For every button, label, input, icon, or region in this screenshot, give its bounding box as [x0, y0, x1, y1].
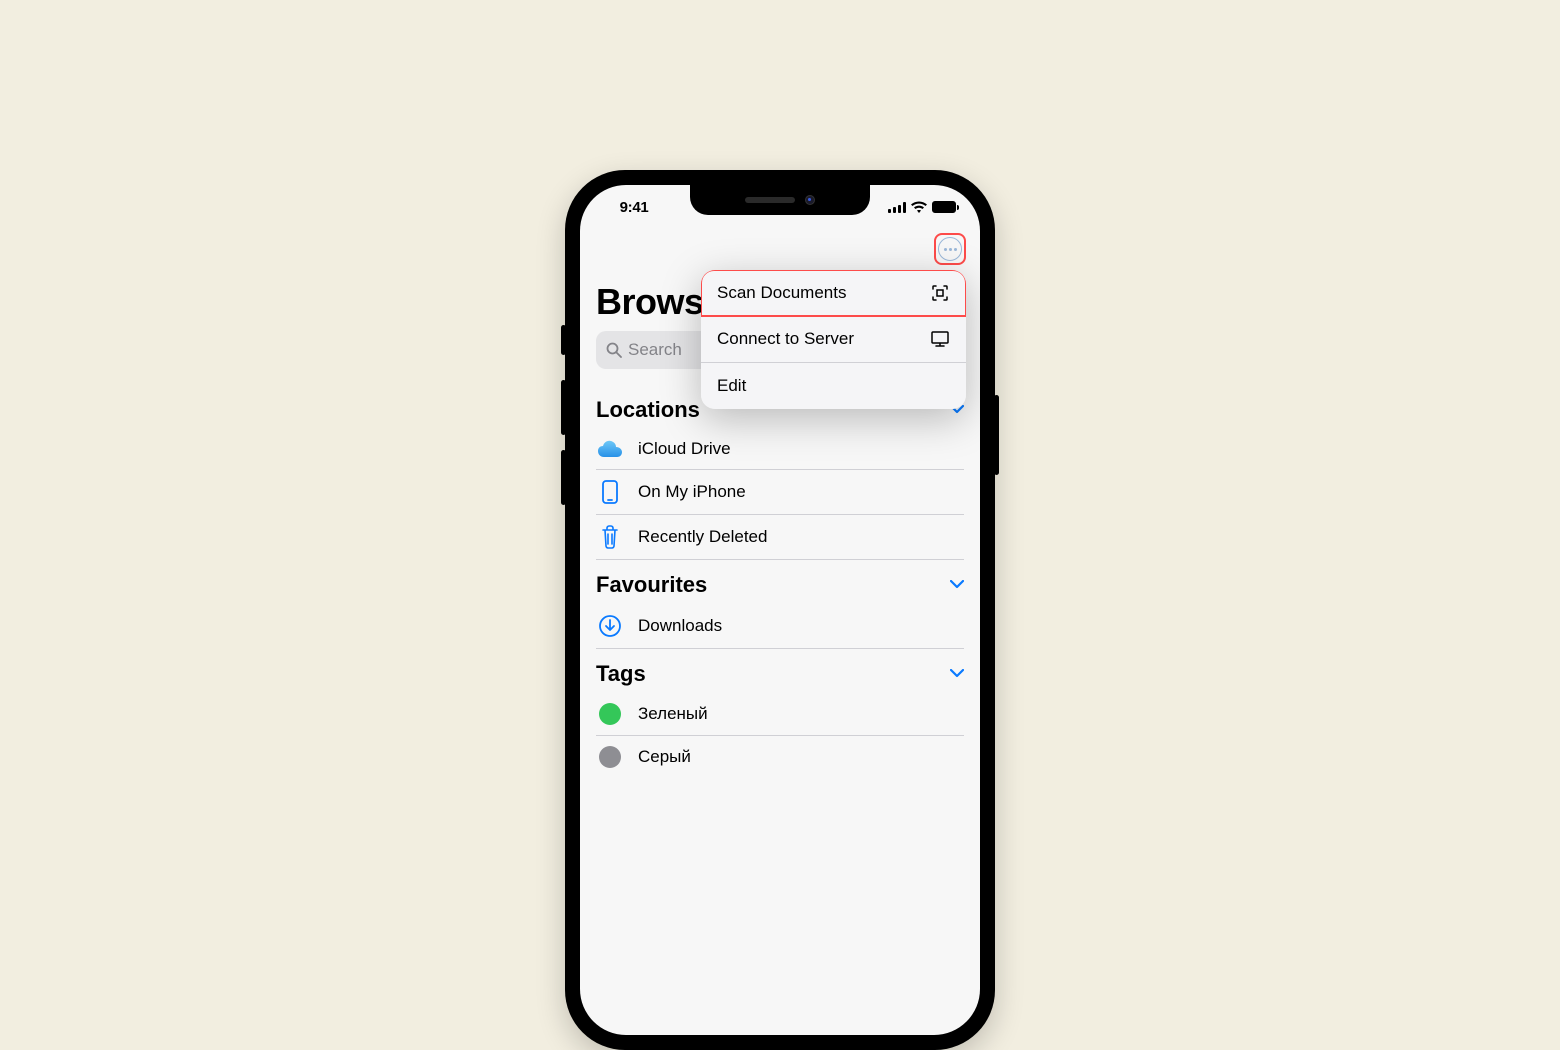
menu-item-label: Connect to Server: [717, 329, 854, 349]
wifi-icon: [911, 201, 927, 213]
monitor-icon: [930, 330, 950, 348]
menu-item-connect-to-server[interactable]: Connect to Server: [701, 316, 966, 363]
favourite-item-downloads[interactable]: Downloads: [596, 604, 964, 649]
list-item-label: On My iPhone: [638, 482, 746, 502]
mute-switch: [561, 325, 566, 355]
chevron-down-icon: [950, 576, 964, 594]
tag-item-grey[interactable]: Серый: [596, 736, 964, 778]
list-item-label: Recently Deleted: [638, 527, 767, 547]
menu-item-edit[interactable]: Edit: [701, 363, 966, 409]
list-item-label: iCloud Drive: [638, 439, 731, 459]
battery-icon: [932, 201, 956, 213]
front-camera: [805, 195, 815, 205]
search-placeholder: Search: [628, 340, 682, 360]
menu-item-label: Edit: [717, 376, 746, 396]
ellipsis-circle-icon: [938, 237, 962, 261]
scan-icon: [930, 284, 950, 302]
cloud-icon: [596, 440, 624, 458]
notch: [690, 185, 870, 215]
search-icon: [606, 342, 622, 358]
locations-title: Locations: [596, 397, 700, 423]
tag-color-dot: [599, 703, 621, 725]
favourites-title: Favourites: [596, 572, 707, 598]
favourites-header[interactable]: Favourites: [596, 560, 964, 604]
tag-color-dot: [599, 746, 621, 768]
chevron-down-icon: [950, 665, 964, 683]
trash-icon: [596, 525, 624, 549]
location-item-recently-deleted[interactable]: Recently Deleted: [596, 515, 964, 560]
phone-frame: 9:41 Browse Search: [565, 170, 995, 1050]
tags-title: Tags: [596, 661, 646, 687]
volume-up-button: [561, 380, 566, 435]
phone-icon: [596, 480, 624, 504]
tag-item-green[interactable]: Зеленый: [596, 693, 964, 736]
location-item-icloud[interactable]: iCloud Drive: [596, 429, 964, 470]
content-area: Locations iCloud Drive On My iPhone: [580, 385, 980, 1035]
menu-item-scan-documents[interactable]: Scan Documents: [701, 270, 966, 317]
list-item-label: Зеленый: [638, 704, 708, 724]
tags-header[interactable]: Tags: [596, 649, 964, 693]
cellular-signal-icon: [888, 202, 906, 213]
power-button: [994, 395, 999, 475]
status-time: 9:41: [604, 199, 664, 216]
context-menu: Scan Documents Connect to Server Edit: [701, 270, 966, 409]
phone-screen: 9:41 Browse Search: [580, 185, 980, 1035]
list-item-label: Downloads: [638, 616, 722, 636]
location-item-on-my-iphone[interactable]: On My iPhone: [596, 470, 964, 515]
volume-down-button: [561, 450, 566, 505]
menu-item-label: Scan Documents: [717, 283, 846, 303]
list-item-label: Серый: [638, 747, 691, 767]
more-button[interactable]: [934, 233, 966, 265]
speaker-grille: [745, 197, 795, 203]
download-icon: [596, 614, 624, 638]
